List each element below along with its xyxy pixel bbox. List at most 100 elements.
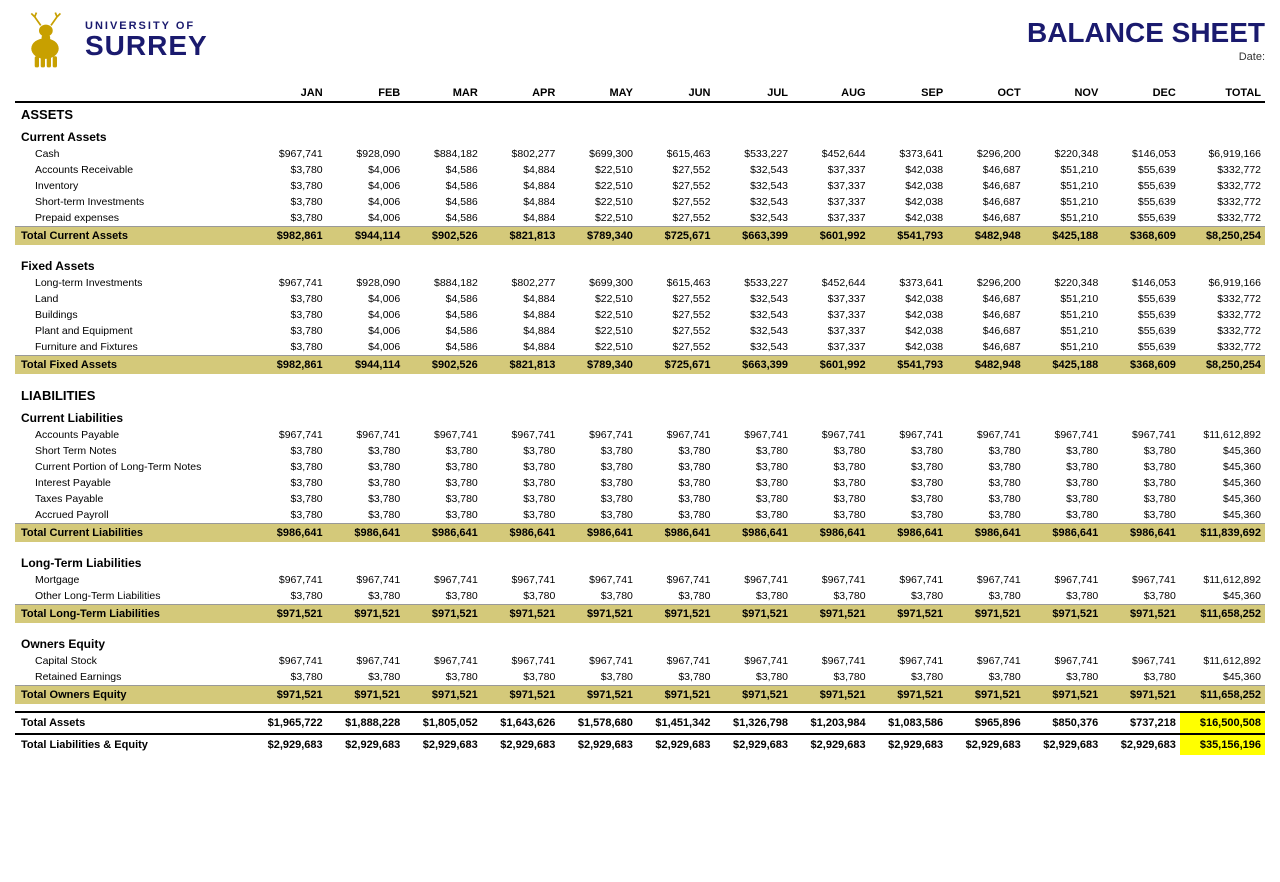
cell-value: $967,741 [714, 653, 792, 669]
cell-value: $3,780 [947, 491, 1025, 507]
cell-value: $3,780 [559, 475, 637, 491]
cell-value: $373,641 [870, 146, 948, 162]
cell-value: $663,399 [714, 356, 792, 375]
cell-value: $971,521 [404, 605, 482, 624]
cell-value: $986,641 [327, 524, 405, 543]
cell-value: $4,006 [327, 194, 405, 210]
cell-value: $3,780 [249, 307, 327, 323]
cell-value: $3,780 [1102, 669, 1180, 686]
row-label: Other Long-Term Liabilities [15, 588, 249, 605]
cell-value: $3,780 [559, 491, 637, 507]
cell-value: $46,687 [947, 194, 1025, 210]
cell-value: $37,337 [792, 162, 870, 178]
cell-value: $1,578,680 [559, 712, 637, 734]
cell-value: $967,741 [637, 653, 715, 669]
cell-value: $986,641 [404, 524, 482, 543]
cell-value: $4,006 [327, 339, 405, 356]
cell-value: $3,780 [792, 459, 870, 475]
cell-value: $971,521 [870, 686, 948, 705]
cell-value: $967,741 [482, 572, 560, 588]
cell-value: $42,038 [870, 339, 948, 356]
cell-value: $965,896 [947, 712, 1025, 734]
cell-value: $3,780 [1102, 459, 1180, 475]
cell-value: $3,780 [870, 669, 948, 686]
cell-value: $2,929,683 [404, 734, 482, 755]
cell-value: $42,038 [870, 162, 948, 178]
title-area: BALANCE SHEET Date: [1027, 17, 1265, 63]
cell-value: $55,639 [1102, 194, 1180, 210]
cell-value: $902,526 [404, 227, 482, 246]
row-label: Accounts Payable [15, 427, 249, 443]
cell-value: $27,552 [637, 291, 715, 307]
cell-value: $55,639 [1102, 162, 1180, 178]
cell-value: $4,006 [327, 291, 405, 307]
col-feb: FEB [327, 85, 405, 102]
cell-value: $3,780 [637, 475, 715, 491]
row-label: Total Current Liabilities [15, 524, 249, 543]
page-title: BALANCE SHEET [1027, 17, 1265, 49]
cell-value: $3,780 [870, 491, 948, 507]
row-label: Long-term Investments [15, 275, 249, 291]
cell-value: $971,521 [1025, 605, 1103, 624]
table-row: Mortgage$967,741$967,741$967,741$967,741… [15, 572, 1265, 588]
subsection-label: Long-Term Liabilities [15, 550, 1265, 572]
cell-value: $3,780 [249, 339, 327, 356]
cell-value: $986,641 [637, 524, 715, 543]
cell-value: $3,780 [1025, 459, 1103, 475]
cell-value: $967,741 [482, 653, 560, 669]
cell-value: $3,780 [1025, 507, 1103, 524]
cell-value: $986,641 [792, 524, 870, 543]
cell-value: $971,521 [327, 686, 405, 705]
cell-value: $3,780 [482, 475, 560, 491]
page: UNIVERSITY OF SURREY BALANCE SHEET Date:… [0, 0, 1280, 882]
cell-value: $55,639 [1102, 307, 1180, 323]
cell-value: $2,929,683 [327, 734, 405, 755]
row-label: Total Fixed Assets [15, 356, 249, 375]
cell-value: $8,250,254 [1180, 356, 1265, 375]
cell-value: $3,780 [249, 194, 327, 210]
cell-value: $967,741 [1102, 572, 1180, 588]
cell-value: $967,741 [637, 427, 715, 443]
cell-value: $332,772 [1180, 323, 1265, 339]
cell-value: $967,741 [870, 653, 948, 669]
cell-value: $27,552 [637, 162, 715, 178]
cell-value: $3,780 [249, 443, 327, 459]
cell-value: $663,399 [714, 227, 792, 246]
cell-value: $220,348 [1025, 275, 1103, 291]
cell-value: $3,780 [249, 178, 327, 194]
cell-value: $737,218 [1102, 712, 1180, 734]
cell-value: $967,741 [404, 572, 482, 588]
cell-value: $967,741 [714, 572, 792, 588]
cell-value: $55,639 [1102, 339, 1180, 356]
cell-value: $967,741 [249, 275, 327, 291]
cell-value: $55,639 [1102, 291, 1180, 307]
cell-value: $332,772 [1180, 210, 1265, 227]
row-label: Land [15, 291, 249, 307]
cell-value: $967,741 [792, 572, 870, 588]
cell-value: $533,227 [714, 146, 792, 162]
cell-value: $37,337 [792, 339, 870, 356]
cell-value: $3,780 [559, 507, 637, 524]
table-row: Total Current Assets$982,861$944,114$902… [15, 227, 1265, 246]
cell-value: $37,337 [792, 323, 870, 339]
cell-value: $22,510 [559, 339, 637, 356]
cell-value: $332,772 [1180, 291, 1265, 307]
cell-value: $967,741 [870, 572, 948, 588]
cell-value: $3,780 [870, 588, 948, 605]
cell-value: $3,780 [792, 669, 870, 686]
table-row: Inventory$3,780$4,006$4,586$4,884$22,510… [15, 178, 1265, 194]
cell-value: $3,780 [482, 459, 560, 475]
balance-table: JAN FEB MAR APR MAY JUN JUL AUG SEP OCT … [15, 85, 1265, 755]
cell-value: $986,641 [482, 524, 560, 543]
cell-value: $3,780 [249, 162, 327, 178]
col-may: MAY [559, 85, 637, 102]
table-row: Cash$967,741$928,090$884,182$802,277$699… [15, 146, 1265, 162]
cell-value: $16,500,508 [1180, 712, 1265, 734]
table-row: Furniture and Fixtures$3,780$4,006$4,586… [15, 339, 1265, 356]
cell-value: $37,337 [792, 291, 870, 307]
cell-value: $11,658,252 [1180, 686, 1265, 705]
section-header-row: ASSETS [15, 102, 1265, 124]
cell-value: $3,780 [249, 210, 327, 227]
cell-value: $982,861 [249, 356, 327, 375]
row-label: Accounts Receivable [15, 162, 249, 178]
